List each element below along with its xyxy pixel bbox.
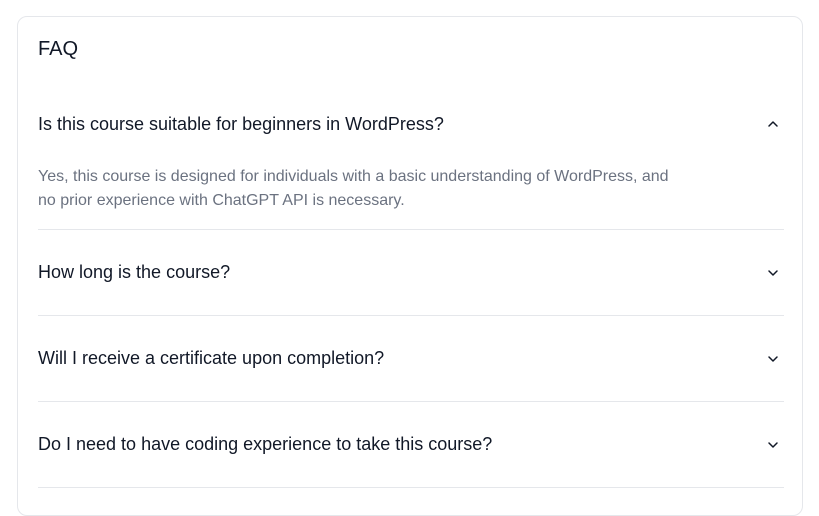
faq-question-toggle[interactable]: Will I receive a certificate upon comple… — [38, 316, 784, 401]
chevron-down-icon[interactable] — [766, 438, 780, 452]
faq-item: Is this course suitable for beginners in… — [38, 85, 784, 230]
faq-question-text: How long is the course? — [38, 262, 231, 282]
faq-list: Is this course suitable for beginners in… — [38, 85, 784, 488]
faq-question-text: Do I need to have coding experience to t… — [38, 434, 493, 454]
faq-item: Will I receive a certificate upon comple… — [38, 316, 784, 402]
faq-question-text: Will I receive a certificate upon comple… — [38, 348, 385, 368]
faq-question-toggle[interactable]: Is this course suitable for beginners in… — [38, 85, 784, 163]
faq-answer-text: Yes, this course is designed for individ… — [38, 168, 669, 209]
faq-question-toggle[interactable]: How long is the course? — [38, 230, 784, 315]
faq-item: Do I need to have coding experience to t… — [38, 402, 784, 488]
faq-card: FAQ Is this course suitable for beginner… — [17, 16, 803, 516]
faq-question-toggle[interactable]: Do I need to have coding experience to t… — [38, 402, 784, 487]
chevron-up-icon[interactable] — [766, 117, 780, 131]
chevron-down-icon[interactable] — [766, 266, 780, 280]
faq-question-text: Is this course suitable for beginners in… — [38, 113, 444, 134]
faq-item: How long is the course? — [38, 230, 784, 316]
faq-title: FAQ — [38, 38, 79, 60]
chevron-down-icon[interactable] — [766, 352, 780, 366]
